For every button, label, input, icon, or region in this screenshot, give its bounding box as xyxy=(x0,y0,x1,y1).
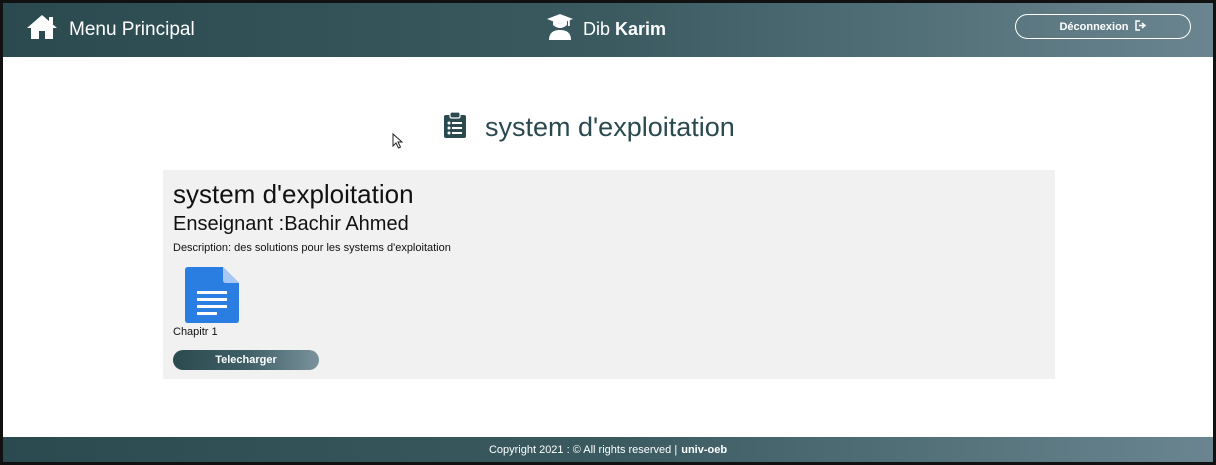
user-info: Dib Karim xyxy=(546,13,666,46)
page-heading: system d'exploitation xyxy=(443,111,735,144)
logout-button[interactable]: Déconnexion xyxy=(1015,14,1191,39)
graduate-user-icon xyxy=(546,13,574,46)
logout-label: Déconnexion xyxy=(1059,20,1129,33)
top-navbar: Menu Principal Dib Karim Déconnexion xyxy=(3,3,1213,57)
sign-out-icon xyxy=(1134,19,1147,34)
copyright-text: Copyright 2021 : © All rights reserved | xyxy=(488,443,678,456)
course-teacher: Enseignant :Bachir Ahmed xyxy=(173,213,409,235)
document-icon[interactable] xyxy=(185,267,239,323)
user-first-name: Dib xyxy=(583,19,611,39)
user-name: Dib Karim xyxy=(583,19,666,40)
footer: Copyright 2021 : © All rights reserved |… xyxy=(3,437,1213,462)
document-name[interactable]: Chapitr 1 xyxy=(173,326,218,338)
course-description: Description: des solutions pour les syst… xyxy=(173,242,451,254)
download-button[interactable]: Telecharger xyxy=(173,350,319,370)
course-title: system d'exploitation xyxy=(173,179,414,209)
home-link[interactable]: Menu Principal xyxy=(25,13,195,46)
home-icon xyxy=(25,13,59,46)
home-label: Menu Principal xyxy=(69,18,195,40)
footer-brand: univ-oeb xyxy=(681,443,728,456)
clipboard-list-icon xyxy=(443,111,467,144)
user-last-name: Karim xyxy=(615,19,667,39)
app-window: Menu Principal Dib Karim Déconnexion sys… xyxy=(0,0,1216,465)
course-card: system d'exploitation Enseignant :Bachir… xyxy=(163,170,1055,379)
page-title: system d'exploitation xyxy=(485,112,735,142)
mouse-cursor-icon xyxy=(392,133,404,149)
